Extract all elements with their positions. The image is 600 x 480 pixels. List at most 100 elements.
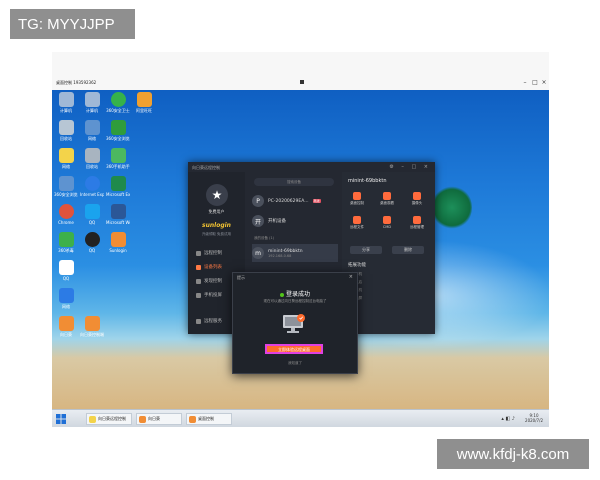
sidebar-item-label: 设备列表	[204, 265, 222, 270]
detail-title: minint-69bbktn	[348, 178, 387, 184]
sidebar-item-device-list[interactable]: 设备列表	[196, 264, 222, 270]
desktop-icon-label: Sunlogin	[109, 248, 127, 253]
desktop-icon-360browser[interactable]: 360安全浏览器	[106, 120, 130, 141]
desktop-icon-360safe[interactable]: 360安全卫士	[106, 92, 130, 113]
desktop-icon-app[interactable]: 360安全浏览器	[54, 176, 78, 197]
maximize-icon[interactable]: □	[531, 79, 539, 86]
desktop-icon-recycle2[interactable]: 回收站	[80, 148, 104, 169]
remote-window-title: 桌面控制 193592362	[56, 80, 97, 85]
desktop-icon-label: Internet Explorer	[80, 192, 104, 197]
sidebar-item-discover[interactable]: 发现控制	[196, 278, 222, 284]
fn-camera[interactable]: 摄像头	[406, 192, 428, 206]
taskbar-clock[interactable]: 9:10 2020/7/2	[525, 413, 543, 423]
chrome-icon	[58, 204, 74, 219]
close-icon[interactable]: ×	[349, 274, 353, 280]
sidebar-item-service[interactable]: 远程服务	[196, 318, 222, 324]
desktop-icon-sunlogin-a[interactable]: 向日葵	[54, 316, 78, 337]
device-name: minint-69bbktn	[268, 248, 303, 254]
desktop-icon-network2[interactable]: 网络	[54, 288, 78, 309]
share-button[interactable]: 分享	[350, 246, 382, 254]
wallpaper-palm	[432, 185, 472, 230]
eye-icon	[383, 192, 391, 200]
dialog-description: 现在可以通过向日葵远程控制这台电脑了	[263, 299, 327, 303]
remote-titlebar: 桌面控制 193592362 – □ ×	[52, 52, 549, 90]
taskbar-item[interactable]: 桌面控制	[186, 413, 232, 425]
desktop-icon-phone[interactable]: 360手机助手	[106, 148, 130, 169]
sunlogin-icon	[110, 232, 126, 247]
desktop-icon-antivirus[interactable]: 360杀毒	[54, 232, 78, 253]
user-upgrade-text[interactable]: 升级领取 免费试用	[188, 232, 245, 237]
qq-icon	[84, 232, 100, 247]
device-row[interactable]: 开 开机设备	[252, 212, 338, 230]
dialog-success-text: 登录成功	[233, 289, 357, 298]
desktop-icon-app2[interactable]: QQ	[54, 260, 78, 281]
app-title: 向日葵远程控制	[192, 165, 220, 170]
device-row[interactable]: P PC-20200629EA... 离线	[252, 192, 338, 210]
network-icon	[84, 120, 100, 135]
device-avatar: 开	[252, 215, 264, 227]
taskbar-item[interactable]: 向日葵	[136, 413, 182, 425]
desktop-icon-recycle[interactable]: 回收站	[54, 120, 78, 141]
start-remote-desktop-button[interactable]: 立即体验远程桌面	[265, 344, 323, 354]
fn-desktop-view[interactable]: 桌面观看	[376, 192, 398, 206]
desktop-icon-sunlogin-b[interactable]: 向日葵控制端	[80, 316, 104, 337]
user-name: 免费用户	[208, 209, 225, 214]
desktop-icon-sunlogin-c[interactable]: Sunlogin	[106, 232, 130, 253]
fn-cmd[interactable]: CMD	[376, 216, 398, 229]
fn-desktop-control[interactable]: 桌面控制	[346, 192, 368, 206]
desktop-icon-label: Chrome	[58, 220, 74, 225]
sidebar-item-mirror[interactable]: 手机投屏	[196, 292, 222, 298]
dismiss-link[interactable]: 我知道了	[233, 361, 357, 366]
delete-button[interactable]: 删除	[392, 246, 424, 254]
desktop-control-icon	[353, 192, 361, 200]
folder-icon	[353, 216, 361, 224]
browser-icon	[110, 120, 126, 135]
desktop-icon-qq[interactable]: QQ	[80, 204, 104, 225]
toolbar-handle-icon[interactable]	[300, 80, 304, 84]
windows-start-icon[interactable]	[55, 413, 67, 425]
taskbar-item-label: 向日葵	[148, 416, 160, 421]
recycle-bin-icon	[84, 148, 100, 163]
desktop-icon-label: 回收站	[60, 136, 72, 141]
fn-remote-file[interactable]: 远程文件	[346, 216, 368, 230]
desktop-icon-network3[interactable]: 网络	[80, 120, 104, 141]
dialog-title: 提示	[237, 275, 245, 280]
folder-icon	[58, 148, 74, 163]
remote-screen[interactable]: 桌面控制 193592362 – □ × 计算机 回收站 网络 360安全浏览器…	[52, 52, 549, 427]
device-row-selected[interactable]: m minint-69bbktn 192.168.0.68	[252, 244, 338, 262]
fn-remote-manage[interactable]: 远程管理	[406, 216, 428, 230]
desktop-icon-computer[interactable]: 计算机	[54, 92, 78, 113]
sidebar-item-label: 远程服务	[204, 319, 222, 324]
sidebar-item-remote-control[interactable]: 远程控制	[196, 250, 222, 256]
dialog-success-label: 登录成功	[285, 291, 310, 298]
desktop-icon-label: 360手机助手	[106, 164, 130, 169]
device-group-label[interactable]: 我的设备 (1)	[254, 236, 274, 241]
system-tray-icons[interactable]: ▴ ◧ ♪	[501, 416, 515, 422]
qq-icon	[84, 204, 100, 219]
desktop-icon-label: 计算机	[86, 108, 98, 113]
taskbar: 向日葵远程控制 向日葵 桌面控制 ▴ ◧ ♪ 9:10 2020/7/2	[52, 409, 549, 427]
app-window-controls[interactable]: ⚙ – □ ×	[389, 164, 431, 170]
login-success-dialog[interactable]: 提示 × 登录成功 现在可以通过向日葵远程控制这台电脑了 立即体验远程桌面 我知…	[232, 272, 358, 374]
desktop-icon-360[interactable]: 计算机	[80, 92, 104, 113]
desktop-icon-network[interactable]: 网络	[54, 148, 78, 169]
computer-icon	[58, 92, 74, 107]
folder-icon	[89, 415, 96, 423]
computer-illustration-icon	[283, 314, 305, 333]
desktop-icon-label: 网络	[88, 136, 96, 141]
ie-icon	[84, 176, 100, 191]
desktop-icon-label: Microsoft Word	[106, 220, 130, 225]
discover-icon	[196, 278, 201, 284]
taskbar-item[interactable]: 向日葵远程控制	[86, 413, 132, 425]
device-search-input[interactable]: 搜索设备	[254, 178, 334, 186]
minimize-icon[interactable]: –	[521, 79, 529, 86]
desktop-icon-chrome[interactable]: Chrome	[54, 204, 78, 225]
desktop-icon-word[interactable]: Microsoft Word	[106, 204, 130, 225]
close-icon[interactable]: ×	[540, 79, 548, 86]
desktop-icon-wangwang[interactable]: 阿里旺旺	[132, 92, 156, 113]
user-avatar[interactable]: ★	[206, 184, 228, 206]
desktop-icon-excel[interactable]: Microsoft Excel	[106, 176, 130, 197]
desktop-icon-ie[interactable]: Internet Explorer	[80, 176, 104, 197]
taskbar-item-label: 桌面控制	[198, 416, 214, 421]
desktop-icon-qq2[interactable]: QQ	[80, 232, 104, 253]
